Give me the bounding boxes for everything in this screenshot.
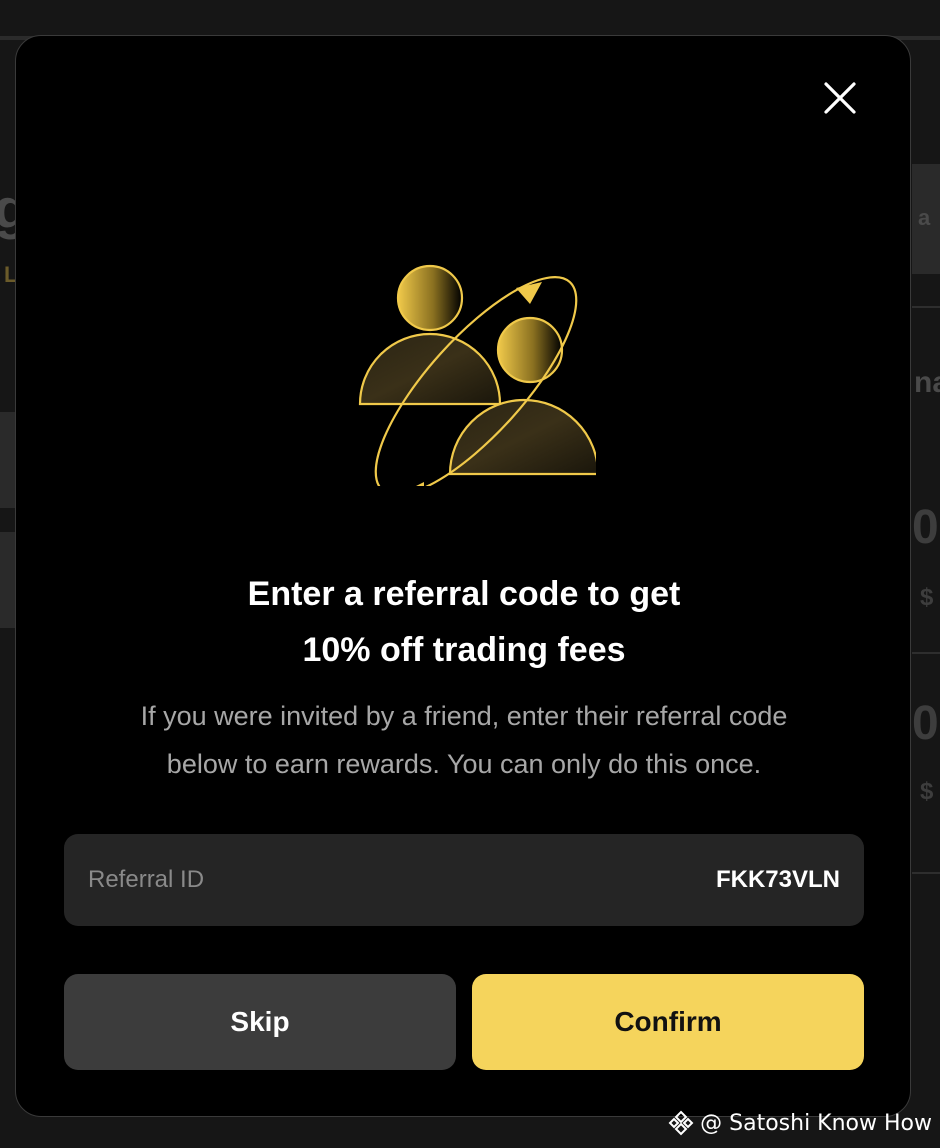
background-price-fragment: $ — [920, 584, 934, 611]
watermark: @ Satoshi Know How — [668, 1106, 932, 1140]
background-value-fragment: 0 — [912, 501, 939, 554]
binance-logo-icon — [668, 1110, 694, 1136]
modal-description: If you were invited by a friend, enter t… — [56, 692, 872, 788]
background-divider — [912, 652, 940, 654]
modal-title-line: Enter a referral code to get — [247, 575, 681, 613]
referral-friends-icon — [358, 264, 596, 486]
background-value-fragment: 0 — [912, 697, 939, 750]
background-price-fragment: $ — [920, 778, 934, 805]
referral-id-field[interactable]: Referral ID — [64, 834, 864, 926]
modal-description-line: below to earn rewards. You can only do t… — [166, 749, 762, 779]
referral-id-input[interactable] — [580, 866, 840, 894]
background-divider — [912, 872, 940, 874]
modal-title-line: 10% off trading fees — [302, 631, 626, 669]
background-divider — [912, 306, 940, 308]
confirm-button[interactable]: Confirm — [472, 974, 864, 1070]
watermark-text: @ Satoshi Know How — [700, 1110, 932, 1136]
skip-button[interactable]: Skip — [64, 974, 456, 1070]
background-row — [0, 412, 15, 508]
modal-title: Enter a referral code to get 10% off tra… — [16, 566, 912, 678]
background-tab-fragment: a — [918, 205, 931, 230]
background-title-fragment: na — [914, 366, 940, 399]
referral-modal: Enter a referral code to get 10% off tra… — [15, 35, 911, 1117]
background-row — [0, 532, 15, 628]
modal-description-line: If you were invited by a friend, enter t… — [140, 701, 788, 731]
referral-id-label: Referral ID — [88, 866, 205, 893]
close-button[interactable] — [822, 80, 858, 116]
close-icon — [824, 82, 856, 114]
